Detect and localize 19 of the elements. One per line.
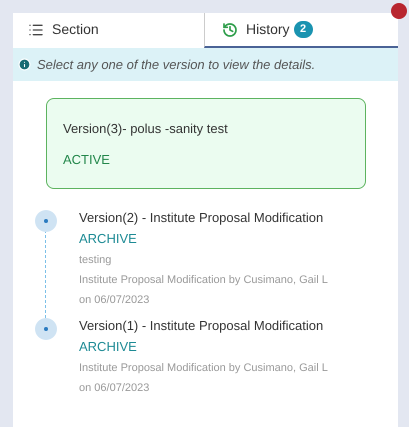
status-label: ARCHIVE (79, 230, 138, 248)
version-detail: Institute Proposal Modification by Cusimano, Gail L on 06/07/2023 (79, 273, 328, 308)
current-version-card[interactable]: Version(3)- polus -sanity test ACTIVE (46, 98, 366, 189)
list-icon (28, 22, 44, 38)
status-label: ARCHIVE (79, 338, 138, 356)
history-icon (222, 22, 238, 38)
version-title: Version(3)- polus -sanity test (63, 120, 229, 138)
version-comment: testing (79, 253, 112, 268)
info-text: Select any one of the version to view the details. (37, 56, 316, 74)
version-detail: Institute Proposal Modification by Cusimano, Gail L on 06/07/2023 (79, 361, 328, 396)
version-title: Version(1) - Institute Proposal Modification (79, 317, 324, 335)
count-badge: 2 (294, 21, 313, 38)
version-entry[interactable]: Version(2) - Institute Proposal Modification ARCHIVE testing Institute Proposal Modification by Cusimano, Gail L on 06/07/2023 (79, 208, 364, 316)
info-icon (18, 58, 31, 71)
status-label: ACTIVE (63, 150, 111, 168)
tab[interactable]: Section (13, 13, 204, 48)
version-entry[interactable]: Version(1) - Institute Proposal Modification ARCHIVE Institute Proposal Modification by Cusimano, Gail L on 06/07/2023 (79, 316, 364, 404)
version-title: Version(2) - Institute Proposal Modification (79, 209, 324, 227)
close-badge[interactable] (391, 3, 407, 19)
